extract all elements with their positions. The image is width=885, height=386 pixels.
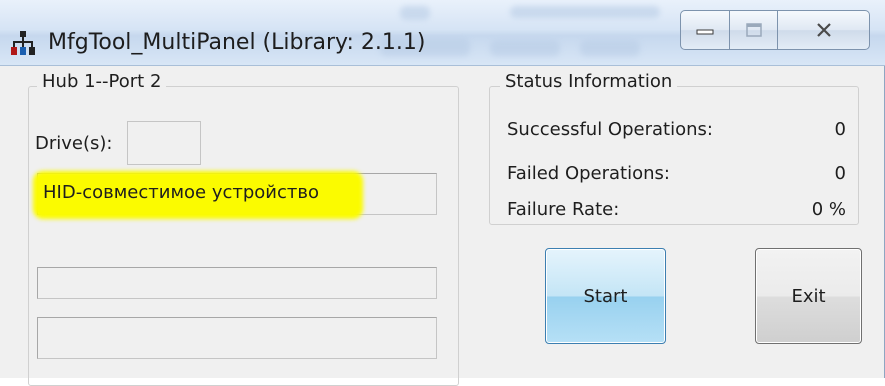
minimize-button[interactable] [680, 10, 730, 50]
failed-operations-value: 0 [834, 163, 846, 184]
maximize-button[interactable] [730, 10, 778, 50]
maximize-icon [745, 23, 762, 37]
status-information-group: Status Information Successful Operations… [489, 71, 859, 225]
drives-label: Drive(s): [35, 133, 113, 154]
failed-operations-label: Failed Operations: [507, 163, 670, 184]
device-name-text: HID-совместимое устройство [43, 182, 320, 203]
exit-button[interactable]: Exit [755, 248, 862, 344]
close-button[interactable] [778, 10, 870, 50]
minimize-icon [696, 29, 714, 35]
failure-rate-value: 0 % [811, 199, 846, 220]
start-button[interactable]: Start [545, 248, 666, 344]
client-area: Hub 1--Port 2 Drive(s): HID-совместимое … [0, 66, 885, 386]
successful-operations-value: 0 [834, 119, 846, 140]
mfgtool-window: MfgTool_MultiPanel (Library: 2.1.1) Hub … [0, 0, 885, 386]
title-bar[interactable]: MfgTool_MultiPanel (Library: 2.1.1) [0, 0, 885, 66]
hub-port-group: Hub 1--Port 2 Drive(s): HID-совместимое … [28, 71, 459, 386]
failure-rate-label: Failure Rate: [507, 199, 620, 220]
successful-operations-label: Successful Operations: [507, 119, 713, 140]
status-information-label: Status Information [500, 71, 678, 92]
drives-field [127, 121, 201, 165]
usb-hub-tree-icon [11, 31, 35, 55]
hub-port-label: Hub 1--Port 2 [37, 71, 167, 92]
progress-bar-2 [37, 317, 437, 359]
window-title: MfgTool_MultiPanel (Library: 2.1.1) [48, 30, 426, 55]
progress-bar-1 [37, 267, 437, 299]
close-icon [816, 23, 831, 37]
